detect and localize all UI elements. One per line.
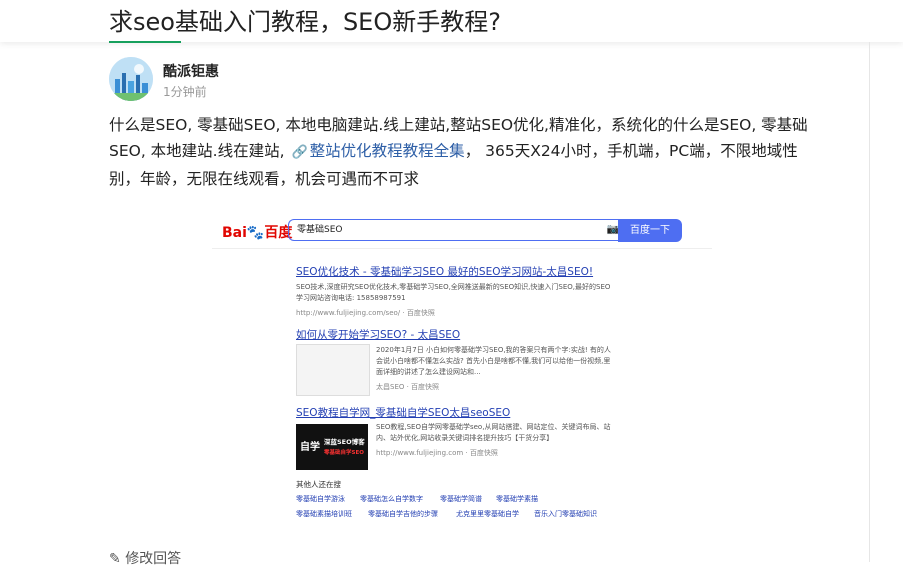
related-search: 尤克里里零基础自学 — [456, 510, 519, 518]
result-snippet: SEO技术,深度研究SEO优化技术,零基础学习SEO,全网推送最新的SEO知识,… — [296, 283, 611, 302]
result-url: http://www.fuljiejing.com/seo/ · 百度快照 — [296, 309, 435, 317]
search-input: 零基础SEO 📷 — [288, 219, 627, 241]
paw-icon: 🐾 — [246, 225, 265, 241]
related-search: 零基础学简谱 — [440, 495, 482, 503]
page-title: 求seo基础入门教程，SEO新手教程? — [109, 8, 501, 36]
right-divider — [869, 42, 870, 562]
embedded-screenshot: Bai🐾百度 零基础SEO 📷 百度一下 SEO优化技术 - 零基础学习SEO … — [212, 212, 712, 524]
related-search: 零基础学素描 — [496, 495, 538, 503]
link-icon: 🔗 — [291, 145, 308, 160]
result-item: SEO优化技术 - 零基础学习SEO 最好的SEO学习网站-太昌SEO! SEO… — [296, 264, 616, 318]
answer-text: 什么是SEO, 零基础SEO, 本地电脑建站.线上建站,整站SEO优化,精准化，… — [109, 112, 809, 192]
answer-link[interactable]: 🔗 整站优化教程教程全集 — [289, 142, 464, 160]
avatar[interactable] — [109, 57, 153, 101]
result-title: SEO教程自学网_零基础自学SEO太昌seoSEO — [296, 407, 511, 419]
city-skyline-icon — [109, 57, 153, 101]
search-button: 百度一下 — [618, 219, 682, 242]
result-snippet: SEO教程,SEO自学网零基础学seo,从网站搭建、网站定位、关键词布局、站内、… — [376, 423, 611, 442]
related-searches-label: 其他人还在搜 — [296, 480, 341, 489]
baidu-logo: Bai🐾百度 — [222, 225, 293, 241]
author-name[interactable]: 酷派钜惠 — [163, 61, 219, 81]
divider — [212, 248, 712, 249]
result-url: http://www.fuljiejing.com · 百度快照 — [376, 449, 498, 457]
result-title: SEO优化技术 - 零基础学习SEO 最好的SEO学习网站-太昌SEO! — [296, 266, 594, 278]
edit-icon: ✎ — [109, 551, 121, 567]
related-search: 音乐入门零基础知识 — [534, 510, 597, 518]
result-item: SEO教程自学网_零基础自学SEO太昌seoSEO — [296, 405, 616, 420]
related-search: 零基础自学游泳 — [296, 495, 345, 503]
result-title: 如何从零开始学习SEO? - 太昌SEO — [296, 329, 461, 341]
edit-answer-label: 修改回答 — [125, 551, 182, 567]
result-thumbnail: 自学 深蓝SEO博客 零基础自学SEO — [296, 424, 368, 470]
related-search: 零基础自学吉他的步骤 — [368, 510, 438, 518]
title-underline — [109, 41, 181, 43]
result-url: 太昌SEO · 百度快照 — [376, 383, 440, 391]
result-item: 如何从零开始学习SEO? - 太昌SEO — [296, 327, 616, 342]
related-search: 零基础素描培训班 — [296, 510, 352, 518]
result-snippet: 2020年1月7日 小白如何零基础学习SEO,我的答案只有两个字:实战! 有的人… — [376, 346, 611, 376]
edit-answer-button[interactable]: ✎ 修改回答 — [109, 548, 181, 568]
answer-link-label: 整站优化教程教程全集 — [309, 142, 465, 160]
post-time: 1分钟前 — [163, 85, 207, 99]
related-search: 零基础怎么自学数字 — [360, 495, 423, 503]
result-body: SEO教程,SEO自学网零基础学seo,从网站搭建、网站定位、关键词布局、站内、… — [376, 422, 616, 458]
result-thumbnail — [296, 344, 370, 396]
result-body: 2020年1月7日 小白如何零基础学习SEO,我的答案只有两个字:实战! 有的人… — [376, 345, 616, 392]
